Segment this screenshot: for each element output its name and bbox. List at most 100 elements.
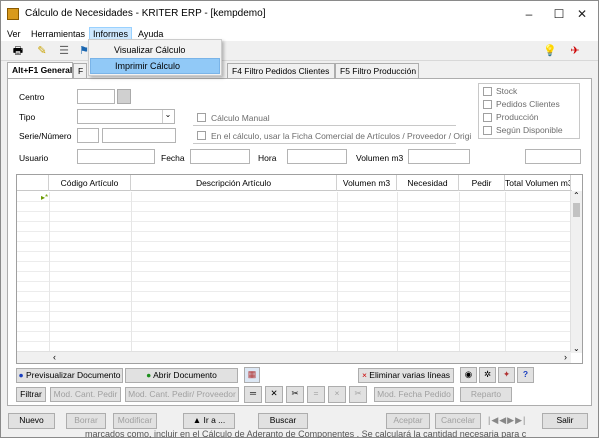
tab-filtro-pedidos[interactable]: F4 Filtro Pedidos Clientes (227, 63, 335, 78)
vertical-scrollbar[interactable]: ⌃ ⌄ (570, 191, 582, 353)
nuevo-button[interactable]: Nuevo (8, 413, 55, 429)
column-divider (131, 272, 132, 282)
serie-input[interactable] (77, 128, 99, 143)
help-button[interactable]: ? (517, 367, 534, 383)
scroll-thumb[interactable] (573, 203, 580, 217)
abrir-button[interactable]: ● Abrir Documento (125, 368, 238, 383)
table-row[interactable] (17, 242, 572, 252)
col-pedir[interactable]: Pedir (459, 175, 505, 191)
menu-herramientas[interactable]: Herramientas (28, 27, 88, 41)
print-icon[interactable]: 🖶 (11, 44, 25, 58)
table-row[interactable] (17, 332, 572, 342)
mod-cant-pedir-button[interactable]: Mod. Cant. Pedir (50, 387, 121, 402)
total-input[interactable] (525, 149, 581, 164)
calculo-manual-checkbox[interactable] (197, 113, 206, 122)
tipo-select[interactable]: ⌄ (77, 109, 175, 124)
col-codigo[interactable]: Código Artículo (49, 175, 131, 191)
mod-fecha-pedido-button[interactable]: Mod. Fecha Pedido (374, 387, 454, 402)
previsualizar-button[interactable]: ● Previsualizar Documento (16, 368, 123, 383)
table-row[interactable] (17, 292, 572, 302)
stock-checkbox[interactable] (483, 87, 492, 96)
list-icon[interactable]: ☰ (57, 44, 71, 58)
mod-cant-pedir-proveedor-button[interactable]: Mod. Cant. Pedir/ Proveedor (125, 387, 239, 402)
table-row[interactable] (17, 192, 572, 202)
salir-button[interactable]: Salir (542, 413, 588, 429)
table-row[interactable] (17, 312, 572, 322)
table-row[interactable] (17, 252, 572, 262)
segun-disponible-checkbox[interactable] (483, 126, 492, 135)
pedidos-clientes-checkbox[interactable] (483, 100, 492, 109)
numero-input[interactable] (102, 128, 176, 143)
minimize-button[interactable]: – (514, 1, 544, 27)
scroll-left-icon[interactable]: ‹ (53, 352, 56, 363)
imprimir-calculo-item[interactable]: Imprimir Cálculo (90, 58, 220, 74)
chart-button[interactable]: ✦ (498, 367, 515, 383)
table-row[interactable] (17, 322, 572, 332)
usuario-input[interactable] (77, 149, 155, 164)
scroll-up-icon[interactable]: ⌃ (573, 191, 580, 200)
table-row[interactable] (17, 212, 572, 222)
close-button[interactable]: ✕ (567, 1, 597, 27)
table-row[interactable] (17, 232, 572, 242)
window-title: Cálculo de Necesidades - KRITER ERP - [k… (25, 8, 266, 19)
column-divider (337, 222, 338, 232)
scroll-down-icon[interactable]: ⌄ (573, 344, 580, 353)
serie-label: Serie/Número (19, 131, 72, 141)
column-divider (397, 282, 398, 292)
view-button[interactable]: ◉ (460, 367, 477, 383)
cross-button[interactable]: ✕ (265, 386, 283, 403)
tab-f[interactable]: F (73, 63, 87, 78)
equals-button[interactable]: ═ (244, 386, 262, 403)
scroll-right-icon[interactable]: › (564, 352, 567, 363)
column-divider (459, 282, 460, 292)
record-nav-icons[interactable]: |◀◀▶▶| (488, 415, 526, 426)
pencil-icon[interactable]: ✎ (35, 44, 49, 58)
table-row[interactable] (17, 302, 572, 312)
column-divider (459, 192, 460, 202)
visualizar-calculo-item[interactable]: Visualizar Cálculo (90, 42, 220, 58)
col-necesidad[interactable]: Necesidad (397, 175, 459, 191)
column-divider (505, 232, 506, 242)
equals-dis-button[interactable]: = (307, 386, 325, 403)
col-volumen[interactable]: Volumen m3 (337, 175, 397, 191)
col-total-volumen[interactable]: Total Volumen m3 (505, 175, 571, 191)
table-row[interactable] (17, 202, 572, 212)
volumen-input[interactable] (408, 149, 470, 164)
calendar-button[interactable]: ▦ (244, 367, 260, 383)
buscar-button[interactable]: Buscar (258, 413, 308, 429)
ir-a-button[interactable]: ▲ Ir a ... (183, 413, 235, 429)
centro-input[interactable] (77, 89, 115, 104)
column-divider (131, 292, 132, 302)
tab-filtro-produccion[interactable]: F5 Filtro Producción (335, 63, 419, 78)
cross-dis-button[interactable]: × (328, 386, 346, 403)
hora-input[interactable] (287, 149, 347, 164)
ficha-checkbox[interactable] (197, 131, 206, 140)
config-button[interactable]: ✲ (479, 367, 496, 383)
table-row[interactable] (17, 222, 572, 232)
centro-lookup-button[interactable] (117, 89, 131, 104)
table-row[interactable] (17, 272, 572, 282)
modificar-button[interactable]: Modificar (113, 413, 157, 429)
table-row[interactable] (17, 262, 572, 272)
cut-dis-button[interactable]: ✂ (349, 386, 367, 403)
col-descripcion[interactable]: Descripción Artículo (131, 175, 337, 191)
fecha-input[interactable] (190, 149, 250, 164)
exit-icon[interactable]: ✈ (568, 44, 582, 58)
cut-button[interactable]: ✂ (286, 386, 304, 403)
produccion-checkbox[interactable] (483, 113, 492, 122)
lines-grid[interactable]: Código Artículo Descripción Artículo Vol… (16, 174, 583, 364)
filtrar-button[interactable]: Filtrar (16, 387, 46, 402)
ficha-label: En el cálculo, usar la Ficha Comercial d… (211, 131, 472, 141)
table-row[interactable] (17, 282, 572, 292)
eliminar-button[interactable]: × Eliminar varias líneas (358, 368, 454, 383)
scissors-icon: ✂ (354, 388, 362, 398)
horizontal-scrollbar[interactable]: ‹ › (17, 351, 571, 363)
tab-general[interactable]: Alt+F1 General (7, 62, 73, 79)
lightbulb-icon[interactable]: 💡 (543, 44, 557, 58)
borrar-button[interactable]: Borrar (66, 413, 106, 429)
reparto-button[interactable]: Reparto (460, 387, 512, 402)
column-divider (49, 332, 50, 342)
cancelar-button[interactable]: Cancelar (435, 413, 481, 429)
aceptar-button[interactable]: Aceptar (386, 413, 430, 429)
menu-ver[interactable]: Ver (4, 27, 24, 41)
